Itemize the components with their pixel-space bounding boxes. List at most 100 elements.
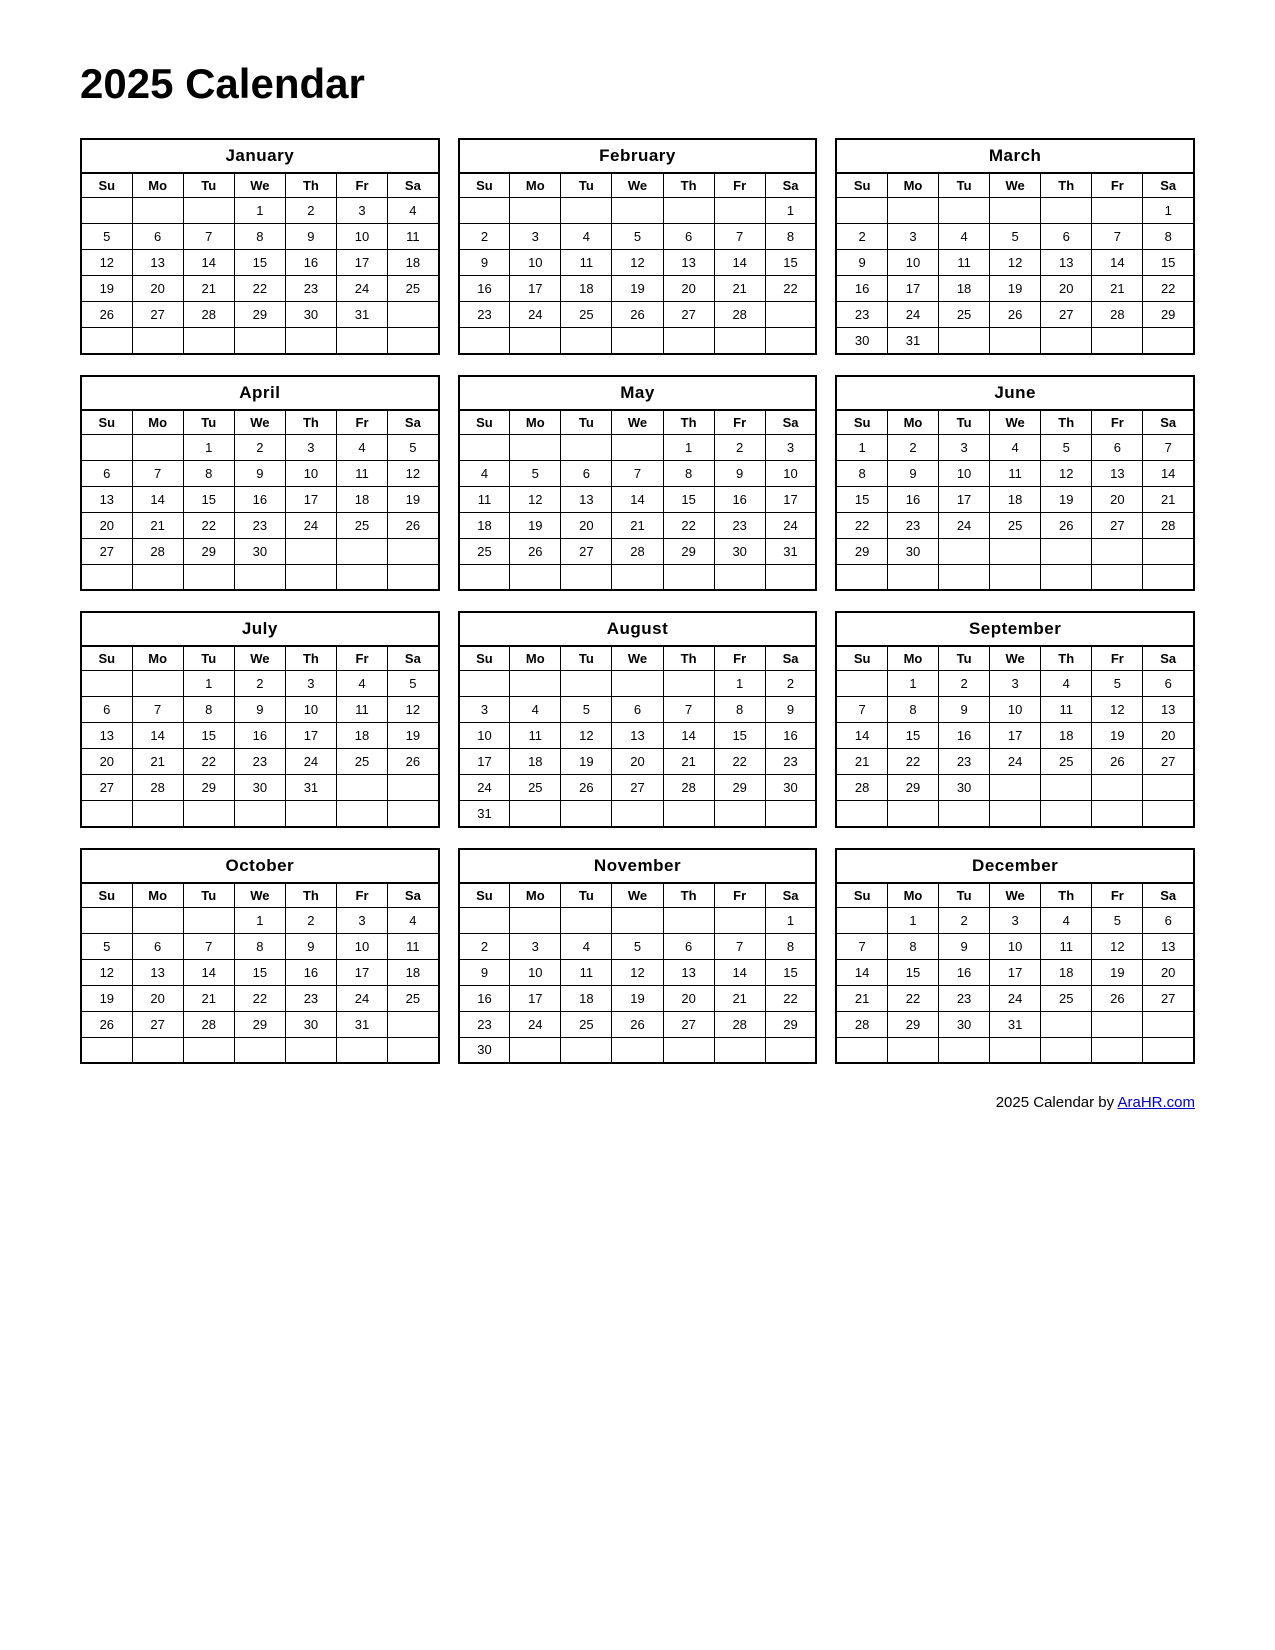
calendar-day: 15 bbox=[234, 959, 285, 985]
calendar-day: 4 bbox=[336, 434, 387, 460]
table-row: 1 bbox=[459, 907, 817, 933]
calendar-day: 21 bbox=[183, 276, 234, 302]
calendar-day: 20 bbox=[1092, 486, 1143, 512]
calendar-day: 23 bbox=[887, 512, 938, 538]
day-header-su: Su bbox=[459, 646, 510, 671]
calendar-day bbox=[81, 564, 132, 590]
calendar-day: 3 bbox=[459, 697, 510, 723]
day-header-sa: Sa bbox=[765, 410, 816, 435]
calendar-day: 18 bbox=[1041, 959, 1092, 985]
calendar-day: 7 bbox=[1092, 224, 1143, 250]
calendar-day: 16 bbox=[939, 723, 990, 749]
month-name-november: November bbox=[459, 849, 817, 883]
calendar-day: 6 bbox=[132, 224, 183, 250]
calendar-day bbox=[765, 1037, 816, 1063]
calendar-day bbox=[459, 328, 510, 354]
table-row: 14151617181920 bbox=[836, 959, 1194, 985]
calendar-day: 28 bbox=[714, 302, 765, 328]
calendar-day: 9 bbox=[285, 933, 336, 959]
month-october: OctoberSuMoTuWeThFrSa1234567891011121314… bbox=[80, 848, 440, 1065]
calendar-day: 12 bbox=[1041, 460, 1092, 486]
calendar-day bbox=[1092, 775, 1143, 801]
calendar-day: 23 bbox=[234, 749, 285, 775]
day-header-mo: Mo bbox=[510, 410, 561, 435]
calendar-day: 10 bbox=[887, 250, 938, 276]
calendar-day bbox=[336, 1037, 387, 1063]
calendar-day: 26 bbox=[1041, 512, 1092, 538]
table-row: 27282930 bbox=[81, 538, 439, 564]
page-title: 2025 Calendar bbox=[80, 60, 1195, 108]
calendar-day: 23 bbox=[939, 749, 990, 775]
calendar-day: 12 bbox=[1092, 933, 1143, 959]
table-row: 16171819202122 bbox=[459, 985, 817, 1011]
table-row: 1 bbox=[459, 198, 817, 224]
calendar-day bbox=[388, 564, 439, 590]
calendar-day bbox=[612, 671, 663, 697]
table-row: 23242526272829 bbox=[459, 1011, 817, 1037]
calendar-day bbox=[1143, 775, 1194, 801]
calendar-day: 6 bbox=[561, 460, 612, 486]
calendar-day: 1 bbox=[765, 907, 816, 933]
calendar-day: 16 bbox=[714, 486, 765, 512]
calendar-day bbox=[663, 564, 714, 590]
calendar-day: 27 bbox=[132, 1011, 183, 1037]
calendar-day bbox=[714, 1037, 765, 1063]
day-header-su: Su bbox=[459, 410, 510, 435]
calendar-day: 12 bbox=[612, 959, 663, 985]
table-row: 123 bbox=[459, 434, 817, 460]
calendar-day: 22 bbox=[183, 749, 234, 775]
table-row: 78910111213 bbox=[836, 933, 1194, 959]
calendar-day: 6 bbox=[612, 697, 663, 723]
day-header-tu: Tu bbox=[939, 173, 990, 198]
month-name-december: December bbox=[836, 849, 1194, 883]
calendar-day: 19 bbox=[81, 985, 132, 1011]
calendar-day: 2 bbox=[714, 434, 765, 460]
calendar-day: 17 bbox=[510, 276, 561, 302]
month-name-august: August bbox=[459, 612, 817, 646]
day-header-tu: Tu bbox=[183, 646, 234, 671]
calendar-day: 26 bbox=[561, 775, 612, 801]
calendar-day: 12 bbox=[1092, 697, 1143, 723]
calendar-day bbox=[81, 434, 132, 460]
calendar-day: 14 bbox=[714, 250, 765, 276]
table-row: 30 bbox=[459, 1037, 817, 1063]
calendar-day: 15 bbox=[1143, 250, 1194, 276]
table-row bbox=[81, 801, 439, 827]
table-row bbox=[836, 1037, 1194, 1063]
calendar-day: 15 bbox=[663, 486, 714, 512]
calendar-day bbox=[388, 302, 439, 328]
day-header-fr: Fr bbox=[1092, 173, 1143, 198]
calendar-day bbox=[1041, 775, 1092, 801]
calendar-day: 31 bbox=[459, 801, 510, 827]
calendar-day: 3 bbox=[285, 434, 336, 460]
table-row: 14151617181920 bbox=[836, 723, 1194, 749]
day-header-we: We bbox=[612, 410, 663, 435]
day-header-su: Su bbox=[836, 173, 887, 198]
calendar-day: 10 bbox=[990, 697, 1041, 723]
calendar-day: 11 bbox=[459, 486, 510, 512]
calendar-day: 19 bbox=[990, 276, 1041, 302]
table-row bbox=[459, 328, 817, 354]
footer-link[interactable]: AraHR.com bbox=[1117, 1094, 1195, 1111]
calendar-day: 13 bbox=[1143, 933, 1194, 959]
calendar-day: 25 bbox=[388, 985, 439, 1011]
calendar-day bbox=[132, 671, 183, 697]
calendar-day bbox=[459, 671, 510, 697]
calendar-day: 30 bbox=[234, 775, 285, 801]
calendar-day: 26 bbox=[1092, 985, 1143, 1011]
calendar-day: 10 bbox=[285, 460, 336, 486]
calendar-day: 5 bbox=[388, 434, 439, 460]
calendar-day bbox=[81, 801, 132, 827]
calendar-day: 8 bbox=[234, 933, 285, 959]
calendar-day bbox=[663, 907, 714, 933]
calendar-day bbox=[1041, 328, 1092, 354]
calendar-day: 4 bbox=[388, 907, 439, 933]
calendar-day bbox=[561, 907, 612, 933]
calendar-day: 2 bbox=[887, 434, 938, 460]
calendar-day: 13 bbox=[132, 959, 183, 985]
calendar-day: 9 bbox=[939, 933, 990, 959]
calendar-day: 16 bbox=[234, 723, 285, 749]
calendar-day: 5 bbox=[388, 671, 439, 697]
calendar-day bbox=[836, 907, 887, 933]
day-header-fr: Fr bbox=[336, 173, 387, 198]
